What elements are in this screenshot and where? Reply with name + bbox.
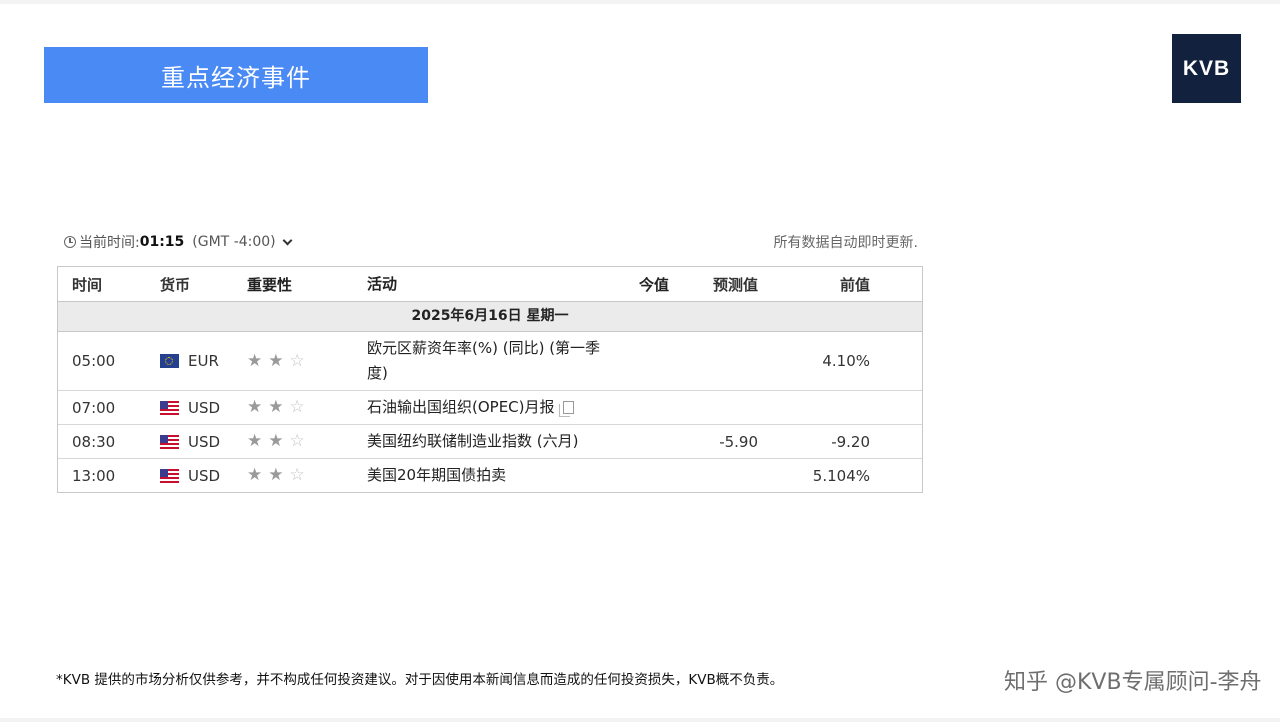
event-forecast: -5.90 <box>719 432 758 451</box>
event-currency: USD <box>160 425 220 458</box>
us-flag-icon <box>160 468 179 483</box>
timezone-label[interactable]: (GMT -4:00) <box>192 234 275 250</box>
currency-code: USD <box>188 466 221 485</box>
currency-code: EUR <box>188 352 219 370</box>
table-row[interactable]: 07:00 USD ★ ★ ☆ 石油输出国组织(OPEC)月报 <box>58 390 922 424</box>
current-time-value: 01:15 <box>139 234 185 250</box>
importance-stars: ★ ★ ☆ <box>247 425 311 458</box>
col-previous-header: 前值 <box>839 275 870 294</box>
event-previous: 5.104% <box>812 466 870 485</box>
slide-title: 重点经济事件 <box>44 47 428 103</box>
col-forecast-header: 预测值 <box>712 275 758 294</box>
currency-code: USD <box>188 398 221 417</box>
event-actual <box>639 425 669 458</box>
event-actual <box>639 391 669 424</box>
col-importance-header: 重要性 <box>247 275 293 294</box>
star-empty-icon: ☆ <box>289 397 305 417</box>
current-time-label: 当前时间: <box>79 235 140 251</box>
star-filled-icon: ★ <box>268 465 284 485</box>
event-currency: USD <box>160 391 220 424</box>
auto-update-note: 所有数据自动即时更新. <box>773 235 918 251</box>
event-name[interactable]: 美国20年期国债拍卖 <box>367 459 617 492</box>
col-currency-header: 货币 <box>160 275 191 294</box>
importance-stars: ★ ★ ☆ <box>247 391 311 424</box>
table-row[interactable]: 05:00 EUR ★ ★ ☆ 欧元区薪资年率(%) (同比) (第一季度) 4… <box>58 332 922 390</box>
event-forecast <box>698 459 758 492</box>
star-filled-icon: ★ <box>268 431 284 451</box>
table-row[interactable]: 13:00 USD ★ ★ ☆ 美国20年期国债拍卖 5.104% <box>58 458 922 492</box>
importance-stars: ★ ★ ☆ <box>247 459 311 492</box>
eu-flag-icon <box>160 354 179 368</box>
star-filled-icon: ★ <box>268 397 284 417</box>
calendar-header: 当前时间: 01:15 (GMT -4:00) 所有数据自动即时更新. <box>64 230 922 252</box>
us-flag-icon <box>160 400 179 415</box>
importance-stars: ★ ★ ☆ <box>247 332 311 390</box>
current-time-area: 当前时间: 01:15 (GMT -4:00) <box>64 232 293 252</box>
event-name-cell[interactable]: 石油输出国组织(OPEC)月报 <box>367 391 617 424</box>
table-row[interactable]: 08:30 USD ★ ★ ☆ 美国纽约联储制造业指数 (六月) -5.90 -… <box>58 424 922 458</box>
star-filled-icon: ★ <box>247 431 263 451</box>
us-flag-icon <box>160 434 179 449</box>
star-empty-icon: ☆ <box>289 465 305 485</box>
event-forecast <box>698 391 758 424</box>
event-currency: USD <box>160 459 220 492</box>
event-previous <box>798 391 870 424</box>
zhihu-watermark: 知乎 @KVB专属顾问-李舟 <box>1004 670 1262 695</box>
date-row: 2025年6月16日 星期一 <box>58 301 922 332</box>
chevron-down-icon[interactable] <box>282 235 293 246</box>
disclaimer-text: *KVB 提供的市场分析仅供参考，并不构成任何投资建议。对于因使用本新闻信息而造… <box>56 672 784 688</box>
event-forecast <box>698 332 758 390</box>
event-time: 05:00 <box>72 352 116 370</box>
clock-icon <box>64 236 76 248</box>
event-actual <box>639 459 669 492</box>
event-time: 07:00 <box>72 398 116 417</box>
event-currency: EUR <box>160 332 219 390</box>
event-name[interactable]: 欧元区薪资年率(%) (同比) (第一季度) <box>367 332 617 390</box>
star-empty-icon: ☆ <box>289 350 305 371</box>
event-name[interactable]: 美国纽约联储制造业指数 (六月) <box>367 425 617 458</box>
star-empty-icon: ☆ <box>289 431 305 451</box>
col-event-header: 活动 <box>367 274 398 293</box>
event-time: 08:30 <box>72 432 116 451</box>
event-actual <box>639 332 669 390</box>
table-header-row: 时间 货币 重要性 活动 今值 预测值 前值 <box>58 267 922 301</box>
event-time: 13:00 <box>72 466 116 485</box>
star-filled-icon: ★ <box>247 397 263 417</box>
event-previous: 4.10% <box>822 352 870 370</box>
col-time-header: 时间 <box>72 275 103 294</box>
kvb-logo: KVB <box>1172 34 1241 103</box>
col-actual-header: 今值 <box>639 275 670 294</box>
currency-code: USD <box>188 432 221 451</box>
star-filled-icon: ★ <box>268 350 284 371</box>
star-filled-icon: ★ <box>247 350 263 371</box>
star-filled-icon: ★ <box>247 465 263 485</box>
event-previous: -9.20 <box>831 432 870 451</box>
event-name[interactable]: 石油输出国组织(OPEC)月报 <box>367 395 555 420</box>
economic-calendar-table: 时间 货币 重要性 活动 今值 预测值 前值 2025年6月16日 星期一 05… <box>57 266 923 493</box>
report-document-icon[interactable] <box>558 401 574 417</box>
